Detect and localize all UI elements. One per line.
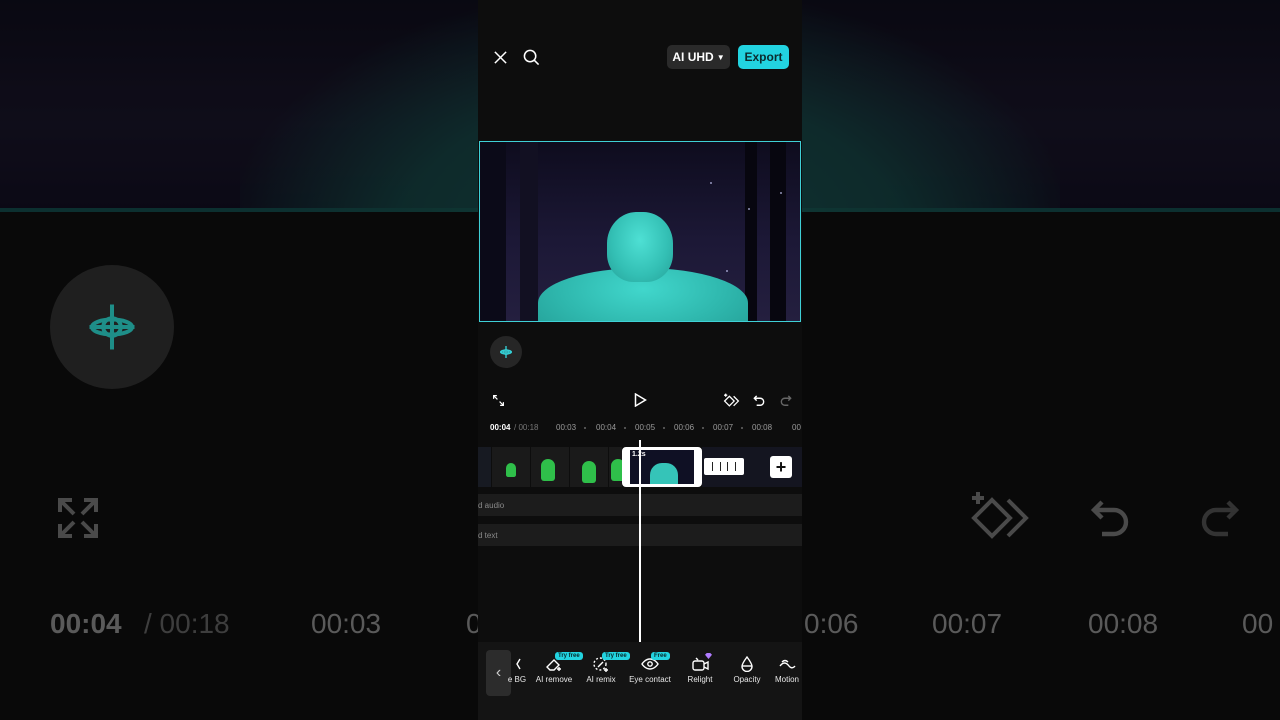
tool-label: Eye contact [629, 675, 671, 684]
clip-thumbnail [492, 447, 530, 487]
keyframe-button[interactable] [490, 336, 522, 368]
ruler-tick: 00:07 [713, 423, 734, 432]
motion-icon [779, 659, 796, 669]
editor-panel: AI UHD ▼ Export 00:04 / 00:18 00:03 00:0… [478, 0, 802, 720]
top-bar: AI UHD ▼ Export [478, 0, 802, 120]
chevron-down-icon: ▼ [716, 52, 725, 62]
bg-current-time: 00:04 [50, 608, 122, 639]
tree [480, 142, 506, 321]
text-track-label: d text [478, 530, 498, 540]
ruler-tick: 00:06 [674, 423, 695, 432]
ruler-dot [702, 427, 704, 429]
bottom-toolbar: ‹ e BG Try free AI remove Try free AI re… [478, 642, 802, 720]
play-icon[interactable] [631, 391, 649, 409]
playback-controls [478, 384, 802, 416]
quality-label: AI UHD [672, 50, 714, 64]
bg-tick: 00:08 [1088, 608, 1159, 639]
undo-icon[interactable] [750, 391, 768, 409]
tool-label: Opacity [733, 675, 761, 684]
tree [770, 142, 786, 321]
redo-icon[interactable] [777, 391, 795, 409]
current-time: 00:04 [490, 423, 511, 432]
transition-button[interactable] [704, 458, 744, 475]
bg-fullscreen-icon [54, 494, 102, 547]
bg-tick: 0:06 [804, 608, 859, 639]
ruler-dot [741, 427, 743, 429]
time-ruler[interactable]: 00:04 / 00:18 00:03 00:04 00:05 00:06 00… [478, 420, 802, 436]
selected-clip[interactable]: 1.2s [622, 447, 702, 487]
fullscreen-icon[interactable] [490, 392, 506, 408]
tool-motion[interactable]: Motion [760, 656, 802, 684]
tree [745, 142, 757, 321]
tool-relight[interactable]: Relight [673, 653, 727, 684]
tool-eye-contact[interactable]: Free Eye contact [623, 652, 677, 684]
ruler-tick: 00:03 [556, 423, 577, 432]
bg-tick: 00:07 [932, 608, 1003, 639]
relight-icon [692, 657, 709, 671]
tool-label: Relight [687, 675, 713, 684]
ruler-tick: 00:04 [596, 423, 617, 432]
remove-bg-icon [516, 658, 521, 670]
tool-label: Motion [774, 675, 799, 684]
bg-tick: 00 [1242, 608, 1274, 639]
export-button[interactable]: Export [738, 45, 789, 69]
search-icon[interactable] [521, 47, 541, 67]
total-time: / 00:18 [514, 423, 539, 432]
tool-label: AI remove [535, 675, 573, 684]
snowflake [710, 182, 712, 184]
ruler-tick: 00 [792, 423, 801, 432]
bg-total-time: / 00:18 [144, 608, 230, 639]
ruler-dot [624, 427, 626, 429]
keyframe-add-icon[interactable] [722, 391, 740, 409]
quality-selector[interactable]: AI UHD ▼ [667, 45, 730, 69]
close-icon[interactable] [490, 47, 510, 67]
audio-track-label: d audio [478, 500, 505, 510]
bg-redo-icon [1196, 492, 1244, 545]
bg-undo-icon [1086, 492, 1134, 545]
tool-ai-remove[interactable]: Try free AI remove [527, 652, 583, 684]
tool-ai-remix[interactable]: Try free AI remix [574, 652, 630, 684]
drop-icon [741, 656, 753, 672]
clip-thumbnail [609, 447, 622, 487]
clip-thumbnail [531, 447, 569, 487]
tool-label: e BG [507, 675, 527, 684]
bg-keyframe-add-icon [968, 488, 1032, 549]
character-head [607, 212, 673, 282]
ruler-dot [584, 427, 586, 429]
ruler-dot [663, 427, 665, 429]
ruler-tick: 00:08 [752, 423, 773, 432]
snowflake [726, 270, 728, 272]
snowflake [748, 208, 750, 210]
free-badge: Free [651, 652, 670, 660]
bg-keyframe-icon [50, 265, 174, 389]
ruler-tick: 00:05 [635, 423, 656, 432]
clip-thumbnail [570, 447, 608, 487]
add-clip-button[interactable]: + [770, 456, 792, 478]
video-preview[interactable] [479, 141, 801, 322]
tree [520, 142, 538, 321]
tool-label: AI remix [586, 675, 616, 684]
clip-figure [650, 463, 678, 484]
snowflake [780, 192, 782, 194]
playhead[interactable] [639, 440, 641, 642]
bg-tick: 00:03 [311, 608, 382, 639]
clip-thumbnail [478, 447, 491, 487]
